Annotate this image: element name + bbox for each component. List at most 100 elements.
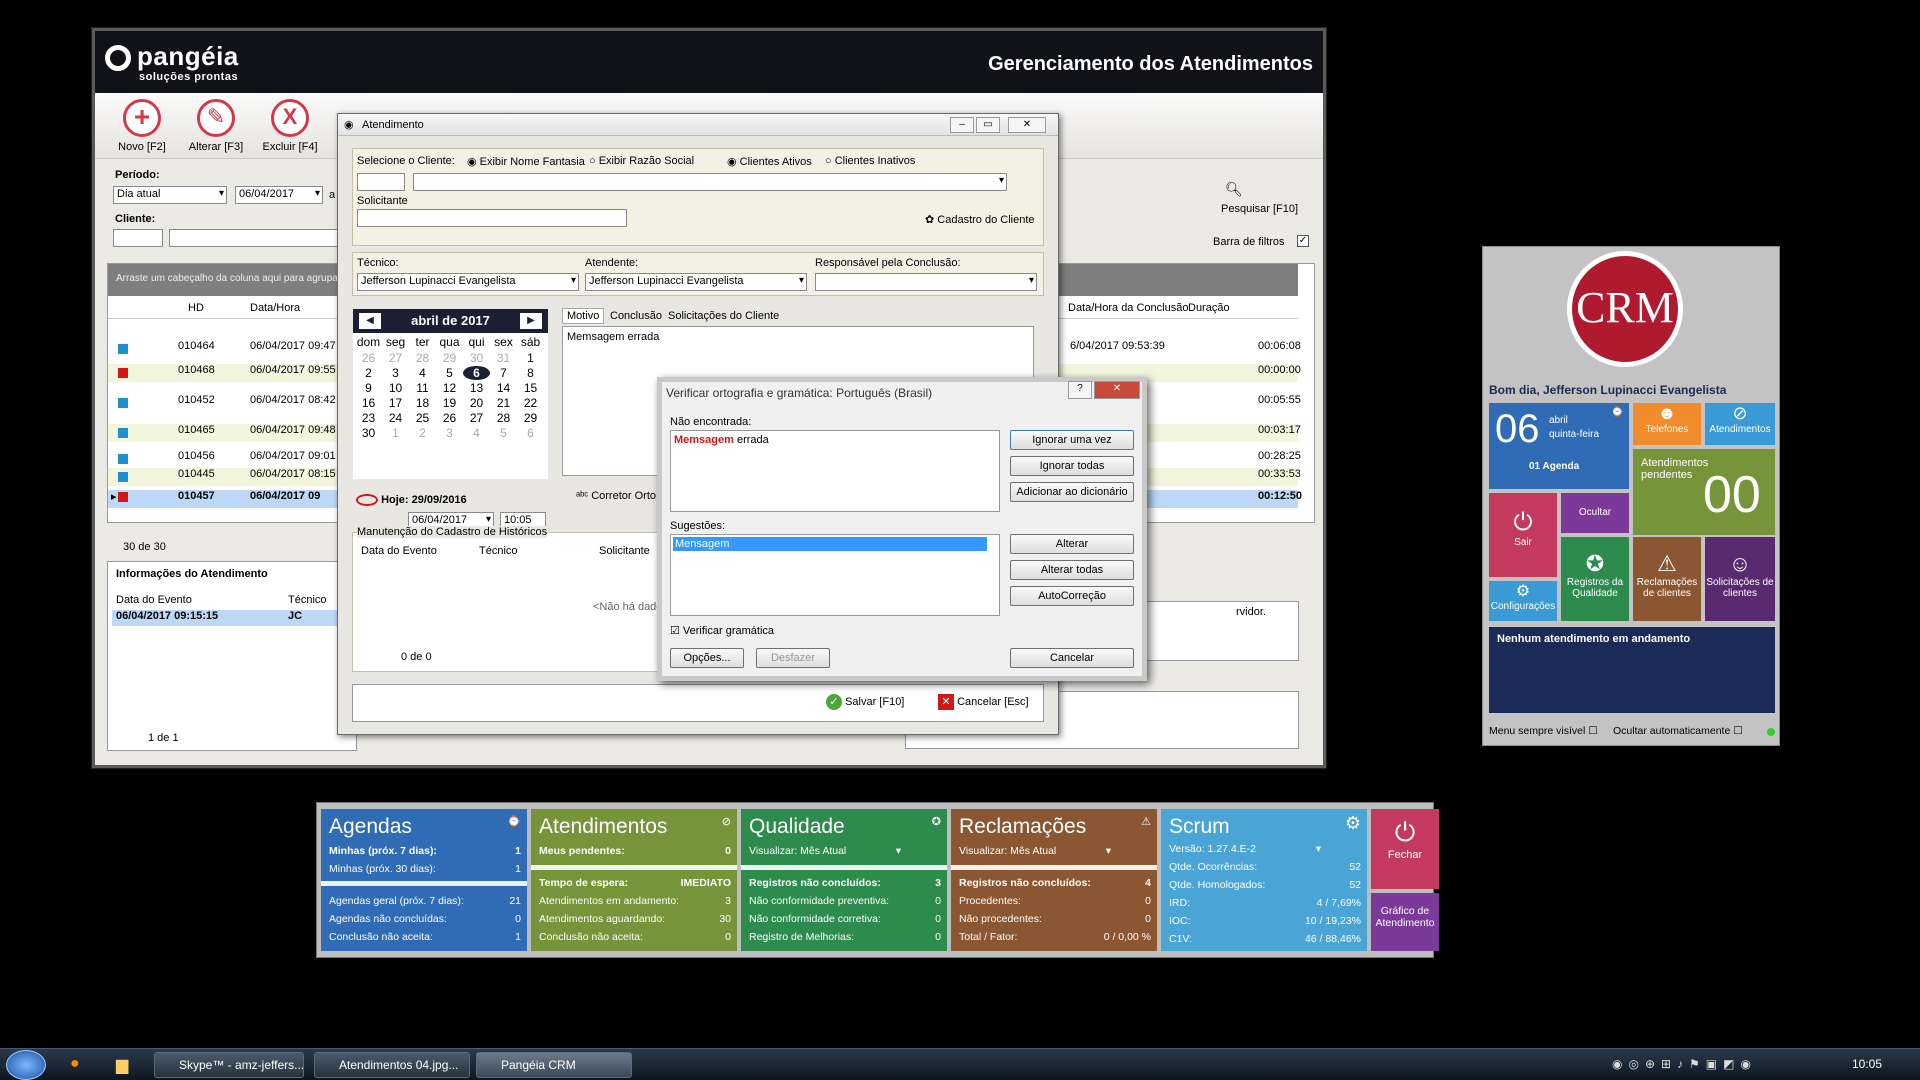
calendar-day[interactable]: 30 <box>463 351 490 365</box>
ocultar-auto-checkbox[interactable]: Ocultar automaticamente ☐ <box>1613 725 1743 737</box>
reclamacoes-tile[interactable]: ⚠ Reclamações de clientes <box>1633 537 1701 621</box>
salvar-button[interactable]: ✓ Salvar [F10] <box>826 694 904 710</box>
cliente-select[interactable] <box>413 173 1007 191</box>
cadastro-cliente-button[interactable]: ✿ Cadastro do Cliente <box>925 213 1035 226</box>
calendar-day[interactable]: 1 <box>517 351 544 365</box>
calendar-day[interactable]: 29 <box>517 411 544 425</box>
date-from-field[interactable]: 06/04/2017 <box>235 186 323 204</box>
add-dictionary-button[interactable]: Adicionar ao dicionário <box>1010 482 1134 502</box>
change-all-button[interactable]: Alterar todas <box>1010 560 1134 580</box>
corretor-button[interactable]: ᵃᵇᶜ Corretor Orto <box>576 490 656 502</box>
radio-fantasia[interactable]: ◉ Exibir Nome Fantasia <box>467 155 585 168</box>
tray-icons[interactable]: ◉◎⊕⊞♪⚑▣◩◉ <box>1612 1057 1757 1071</box>
autocorrect-button[interactable]: AutoCorreção <box>1010 586 1134 606</box>
not-found-text[interactable]: Memsagem errada <box>670 430 1000 512</box>
suggestion-item[interactable]: Mensagem <box>673 537 987 551</box>
grafico-button[interactable]: Gráfico de Atendimento <box>1371 893 1439 951</box>
calendar-day[interactable]: 27 <box>463 411 490 425</box>
solicitante-field[interactable] <box>357 209 627 227</box>
registros-tile[interactable]: ✪ Registros da Qualidade <box>1561 537 1629 621</box>
calendar-day[interactable]: 26 <box>436 411 463 425</box>
reclamacoes-card[interactable]: Reclamações ⚠ Visualizar: Mês Atual ▾ Regi… <box>951 809 1157 951</box>
tab-conclusao[interactable]: Conclusão <box>606 309 666 323</box>
cliente-name-field[interactable] <box>169 229 349 247</box>
atendimentos-tile[interactable]: ⊘ Atendimentos <box>1705 403 1775 445</box>
calendar-day[interactable]: 8 <box>517 366 544 380</box>
calendar-day[interactable]: 2 <box>355 366 382 380</box>
tab-motivo[interactable]: Motivo <box>562 308 605 324</box>
col-conclusao[interactable]: Data/Hora da Conclusão <box>1068 302 1188 314</box>
qualidade-card[interactable]: Qualidade ✪ Visualizar: Mês Atual ▾ Regist… <box>741 809 947 951</box>
radio-ativos[interactable]: ◉ Clientes Ativos <box>727 155 812 168</box>
maximize-button[interactable]: ▭ <box>976 117 1000 133</box>
calendar-day[interactable]: 29 <box>436 351 463 365</box>
agenda-tile[interactable]: 06 abril quinta-feira 01 Agenda ⌚ <box>1489 403 1629 489</box>
solicitacoes-tile[interactable]: ☺ Solicitações de clientes <box>1705 537 1775 621</box>
task-pangeia[interactable]: Pangéia CRM <box>476 1052 632 1078</box>
radio-inativos[interactable]: ○ Clientes Inativos <box>825 155 915 167</box>
calendar-day[interactable]: 4 <box>409 366 436 380</box>
calendar-day[interactable]: 1 <box>382 426 409 440</box>
calendar-day[interactable]: 5 <box>490 426 517 440</box>
edit-button[interactable]: ✎ Alterar [F3] <box>181 99 251 153</box>
calendar-day[interactable]: 10 <box>382 381 409 395</box>
atendimentos-card[interactable]: Atendimentos ⊘ Meus pendentes: 0 Tempo de … <box>531 809 737 951</box>
telefones-tile[interactable]: ☻ Telefones <box>1633 403 1701 445</box>
cliente-code-field[interactable] <box>113 229 163 247</box>
calendar-day[interactable]: 7 <box>490 366 517 380</box>
start-button[interactable] <box>6 1050 46 1080</box>
responsavel-select[interactable] <box>815 273 1037 291</box>
minimize-button[interactable]: – <box>950 117 974 133</box>
close-button[interactable]: ✕ <box>1008 117 1046 133</box>
tab-solicitacoes[interactable]: Solicitações do Cliente <box>664 309 783 323</box>
calendar-day[interactable]: 14 <box>490 381 517 395</box>
col-hd[interactable]: HD <box>188 302 204 314</box>
next-month-button[interactable]: ▶ <box>520 313 542 329</box>
pendentes-tile[interactable]: Atendimentos pendentes 00 <box>1633 449 1775 535</box>
agendas-card[interactable]: Agendas ⌚ Minhas (próx. 7 dias): 1 Minhas … <box>321 809 527 951</box>
prev-month-button[interactable]: ◀ <box>359 313 381 329</box>
calendar-day[interactable]: 9 <box>355 381 382 395</box>
calendar-day[interactable]: 27 <box>382 351 409 365</box>
close-button[interactable]: ✕ <box>1094 381 1140 399</box>
calendar-day[interactable]: 3 <box>382 366 409 380</box>
calendar-day[interactable]: 19 <box>436 396 463 410</box>
calendar-day[interactable]: 18 <box>409 396 436 410</box>
calendar-day[interactable]: 6 <box>517 426 544 440</box>
configuracoes-tile[interactable]: ⚙ Configurações <box>1489 581 1557 621</box>
task-skype[interactable]: Skype™ - amz-jeffers... <box>154 1052 304 1078</box>
calendar-day[interactable]: 24 <box>382 411 409 425</box>
calendar-day[interactable]: 22 <box>517 396 544 410</box>
ocultar-tile[interactable]: Ocultar <box>1561 493 1629 533</box>
new-button[interactable]: + Novo [F2] <box>107 99 177 153</box>
folder-icon[interactable]: ▆ <box>116 1055 128 1075</box>
search-icon[interactable]: 🔍︎ <box>1225 181 1243 198</box>
calendar-day[interactable]: 15 <box>517 381 544 395</box>
cancelar-button[interactable]: ✕ Cancelar [Esc] <box>938 694 1029 710</box>
calendar-day[interactable]: 5 <box>436 366 463 380</box>
change-button[interactable]: Alterar <box>1010 534 1134 554</box>
calendar-day[interactable]: 12 <box>436 381 463 395</box>
help-button[interactable]: ? <box>1068 381 1092 399</box>
info-row[interactable]: 06/04/2017 09:15:15 JC <box>112 610 356 626</box>
pesquisar-button[interactable]: Pesquisar [F10] <box>1221 203 1298 215</box>
undo-button[interactable]: Desfazer <box>756 648 830 668</box>
tecnico-select[interactable]: Jefferson Lupinacci Evangelista <box>357 273 579 291</box>
calendar-day[interactable]: 20 <box>463 396 490 410</box>
calendar-day[interactable]: 2 <box>409 426 436 440</box>
ignore-once-button[interactable]: Ignorar uma vez <box>1010 430 1134 450</box>
task-image[interactable]: Atendimentos 04.jpg... <box>314 1052 470 1078</box>
calendar-day[interactable]: 23 <box>355 411 382 425</box>
firefox-icon[interactable]: ● <box>70 1055 80 1073</box>
calendar-day[interactable]: 21 <box>490 396 517 410</box>
calendar-day[interactable]: 31 <box>490 351 517 365</box>
cancel-button[interactable]: Cancelar <box>1010 648 1134 668</box>
barra-filtros-checkbox[interactable]: ✓ <box>1297 235 1309 247</box>
calendar-day[interactable]: 11 <box>409 381 436 395</box>
delete-button[interactable]: X Excluir [F4] <box>255 99 325 153</box>
calendar-day[interactable]: 30 <box>355 426 382 440</box>
col-datahora[interactable]: Data/Hora <box>250 302 300 314</box>
options-button[interactable]: Opções... <box>670 648 744 668</box>
ignore-all-button[interactable]: Ignorar todas <box>1010 456 1134 476</box>
calendar-day[interactable]: 13 <box>463 381 490 395</box>
